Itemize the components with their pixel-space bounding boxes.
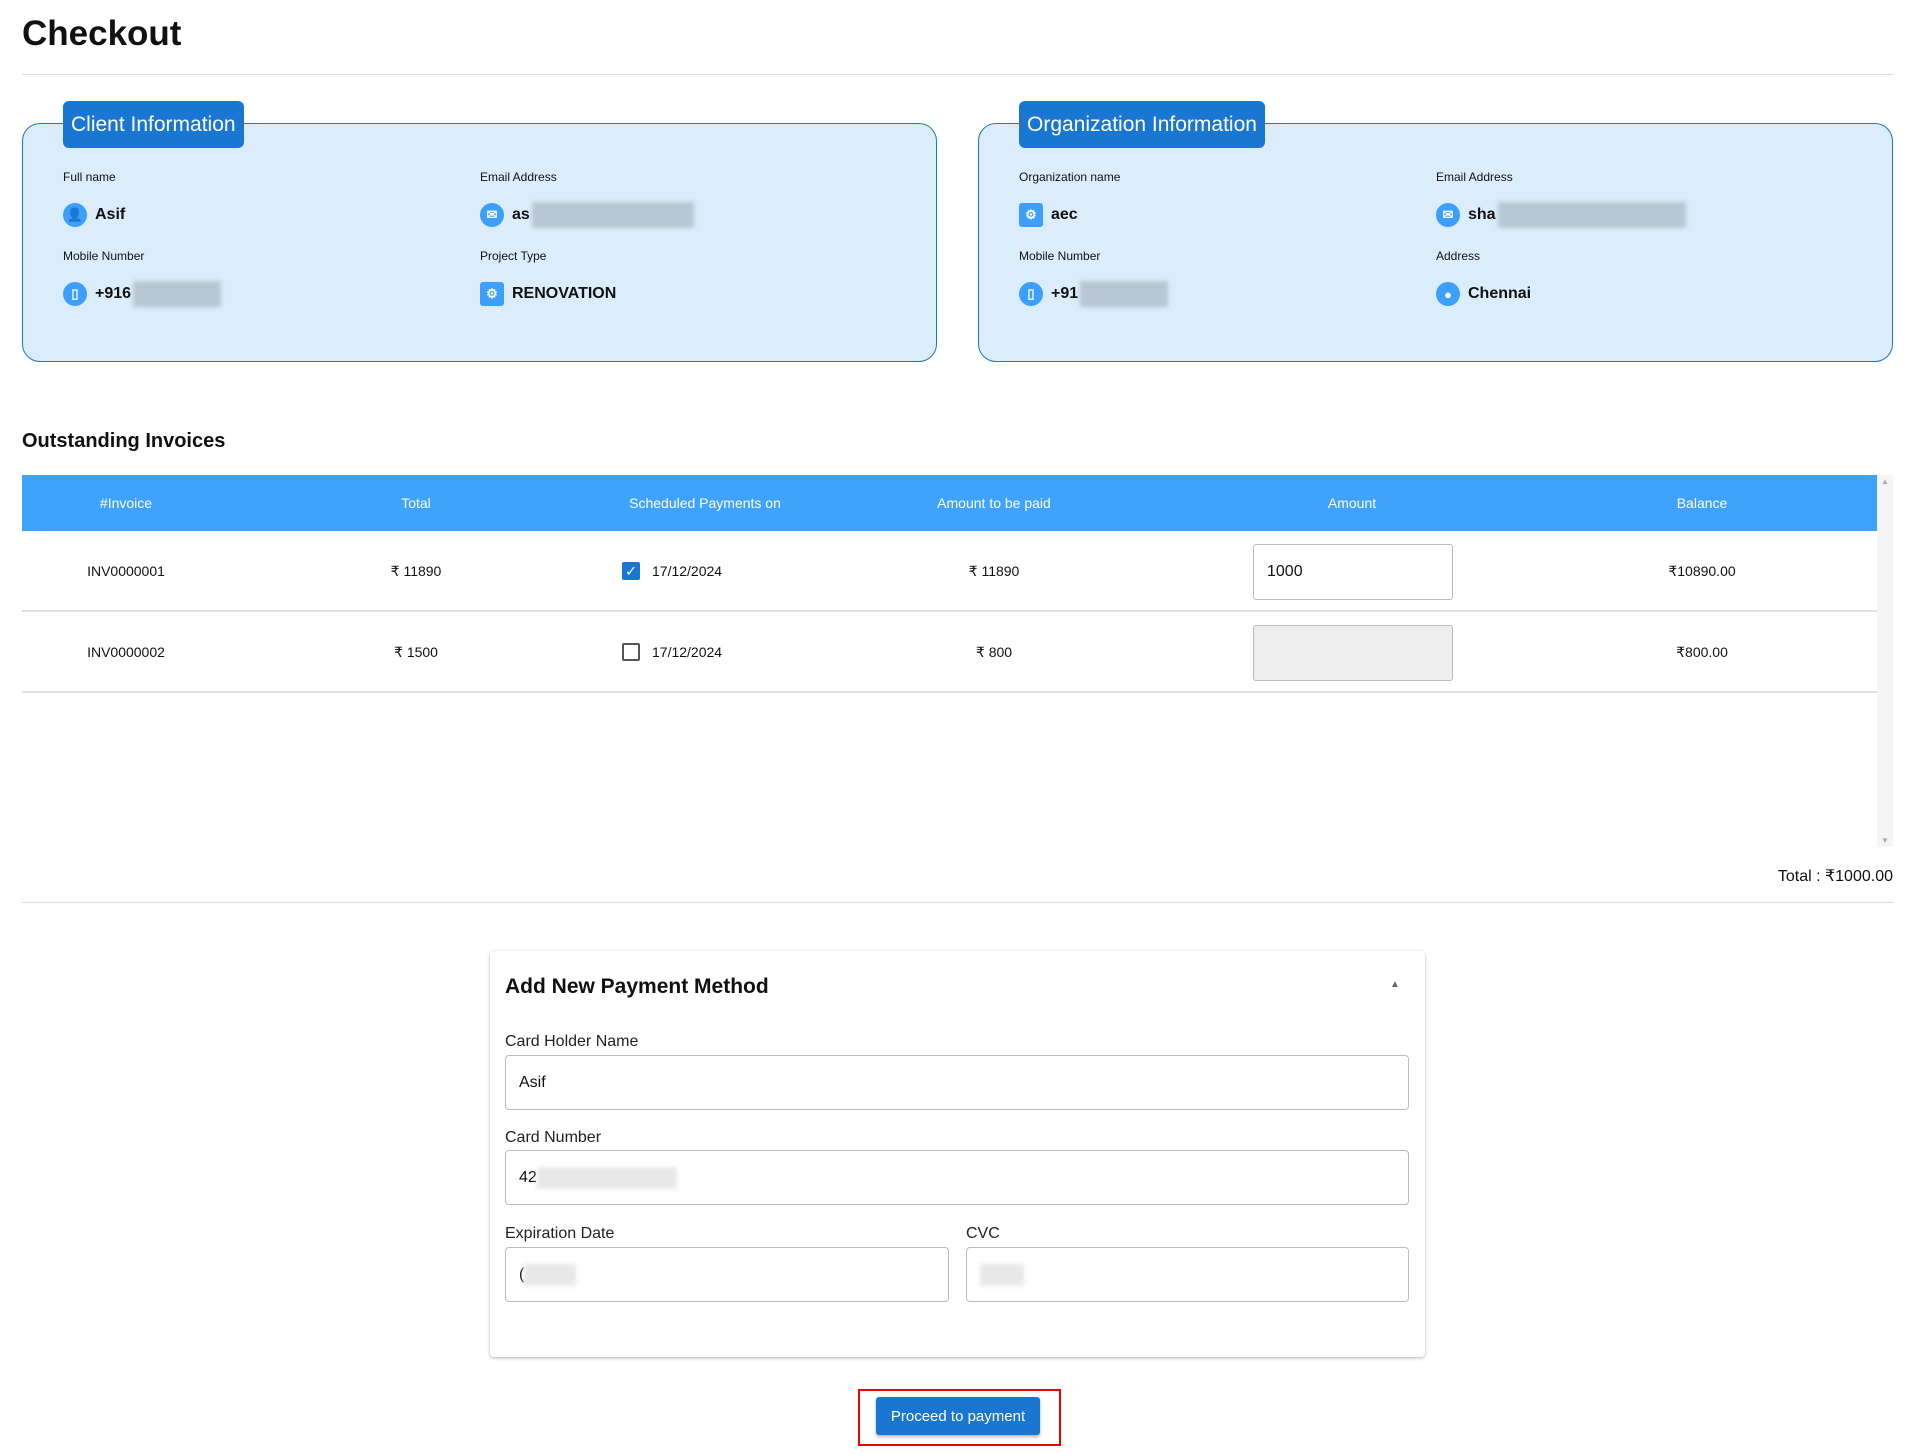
table-row: INV0000002 ₹ 1500 17/12/2024 ₹ 800 ₹800.… bbox=[22, 612, 1877, 693]
cvc-input[interactable] bbox=[966, 1247, 1409, 1302]
invoice-total: ₹ 11890 bbox=[390, 563, 442, 579]
holder-label: Card Holder Name bbox=[505, 1033, 639, 1050]
card-number-label: Card Number bbox=[505, 1129, 602, 1146]
card-holder-input[interactable]: Asif bbox=[505, 1055, 1409, 1110]
header-balance: Balance bbox=[1676, 495, 1728, 511]
redacted-blur bbox=[524, 1263, 577, 1286]
amount-input[interactable]: 1000 bbox=[1253, 544, 1453, 600]
org-mobile-value: +91 bbox=[1051, 285, 1079, 302]
organization-info-tab: Organization Information bbox=[1019, 101, 1265, 148]
address-label: Address bbox=[1436, 249, 1481, 263]
org-email-value: sha bbox=[1468, 206, 1496, 223]
header-scheduled: Scheduled Payments on bbox=[629, 495, 781, 511]
client-info-card: Client Information Full name 👤 Asif Email… bbox=[22, 101, 937, 362]
proceed-to-payment-button[interactable]: Proceed to payment bbox=[876, 1397, 1040, 1435]
project-type-label: Project Type bbox=[480, 249, 547, 263]
building-icon: ⚙ bbox=[480, 282, 504, 306]
building-icon: ⚙ bbox=[1019, 203, 1043, 227]
phone-icon: ▯ bbox=[1019, 282, 1043, 306]
location-pin-icon: ● bbox=[1436, 282, 1460, 306]
schedule-checkbox[interactable]: ✓ bbox=[622, 562, 640, 580]
org-name-label: Organization name bbox=[1019, 170, 1121, 184]
email-value: as bbox=[512, 206, 530, 223]
page-title: Checkout bbox=[22, 14, 182, 53]
invoice-total: ₹ 1500 bbox=[394, 644, 438, 660]
schedule-checkbox[interactable] bbox=[622, 643, 640, 661]
redacted-blur bbox=[531, 202, 694, 228]
organization-info-card: Organization Information Organization na… bbox=[978, 101, 1893, 362]
cvc-label: CVC bbox=[966, 1225, 1000, 1242]
client-info-tab: Client Information bbox=[63, 101, 244, 148]
payment-method-title: Add New Payment Method bbox=[505, 975, 769, 998]
org-name-value: aec bbox=[1051, 206, 1078, 223]
scheduled-date: 17/12/2024 bbox=[652, 563, 723, 579]
payment-method-panel: Add New Payment Method ▲ Card Holder Nam… bbox=[490, 951, 1425, 1357]
mail-icon: ✉ bbox=[1436, 203, 1460, 227]
address-value: Chennai bbox=[1468, 285, 1532, 302]
org-email-label: Email Address bbox=[1436, 170, 1513, 184]
collapse-caret-icon[interactable]: ▲ bbox=[1390, 979, 1400, 990]
redacted-blur bbox=[133, 281, 222, 307]
expiration-input[interactable]: ( bbox=[505, 1247, 949, 1302]
balance: ₹800.00 bbox=[1676, 644, 1728, 660]
invoice-id: INV0000001 bbox=[87, 563, 165, 579]
divider bbox=[22, 74, 1893, 75]
invoice-total-sum: Total : ₹1000.00 bbox=[1777, 868, 1893, 885]
card-number-input[interactable]: 42 bbox=[505, 1150, 1409, 1205]
card-number-value: 42 bbox=[519, 1169, 537, 1186]
header-amount-to-pay: Amount to be paid bbox=[937, 495, 1051, 511]
full-name-label: Full name bbox=[63, 170, 116, 184]
header-total: Total bbox=[401, 495, 431, 511]
divider bbox=[22, 902, 1893, 903]
invoice-id: INV0000002 bbox=[87, 644, 165, 660]
header-amount: Amount bbox=[1327, 495, 1377, 511]
amount-to-pay: ₹ 11890 bbox=[968, 563, 1020, 579]
full-name-value: Asif bbox=[95, 206, 126, 223]
amount-input-disabled[interactable] bbox=[1253, 625, 1453, 681]
scheduled-date: 17/12/2024 bbox=[652, 644, 723, 660]
mobile-value: +916 bbox=[95, 285, 132, 302]
email-label: Email Address bbox=[480, 170, 557, 184]
project-type-value: RENOVATION bbox=[512, 285, 617, 302]
redacted-blur bbox=[1080, 281, 1169, 307]
amount-to-pay: ₹ 800 bbox=[975, 644, 1013, 660]
outstanding-invoices-title: Outstanding Invoices bbox=[22, 430, 226, 452]
table-scrollbar[interactable]: ▲ ▼ bbox=[1877, 475, 1893, 847]
invoice-table-header: #Invoice Total Scheduled Payments on Amo… bbox=[22, 475, 1877, 531]
redacted-blur bbox=[536, 1166, 677, 1189]
phone-icon: ▯ bbox=[63, 282, 87, 306]
expiration-label: Expiration Date bbox=[505, 1225, 615, 1242]
table-row: INV0000001 ₹ 11890 ✓ 17/12/2024 ₹ 11890 … bbox=[22, 531, 1877, 612]
user-icon: 👤 bbox=[63, 203, 87, 227]
redacted-blur bbox=[980, 1263, 1024, 1286]
header-invoice: #Invoice bbox=[99, 495, 153, 511]
balance: ₹10890.00 bbox=[1668, 563, 1736, 579]
mobile-label: Mobile Number bbox=[63, 249, 145, 263]
org-mobile-label: Mobile Number bbox=[1019, 249, 1101, 263]
redacted-blur bbox=[1497, 202, 1686, 228]
card-holder-value: Asif bbox=[519, 1074, 546, 1091]
mail-icon: ✉ bbox=[480, 203, 504, 227]
